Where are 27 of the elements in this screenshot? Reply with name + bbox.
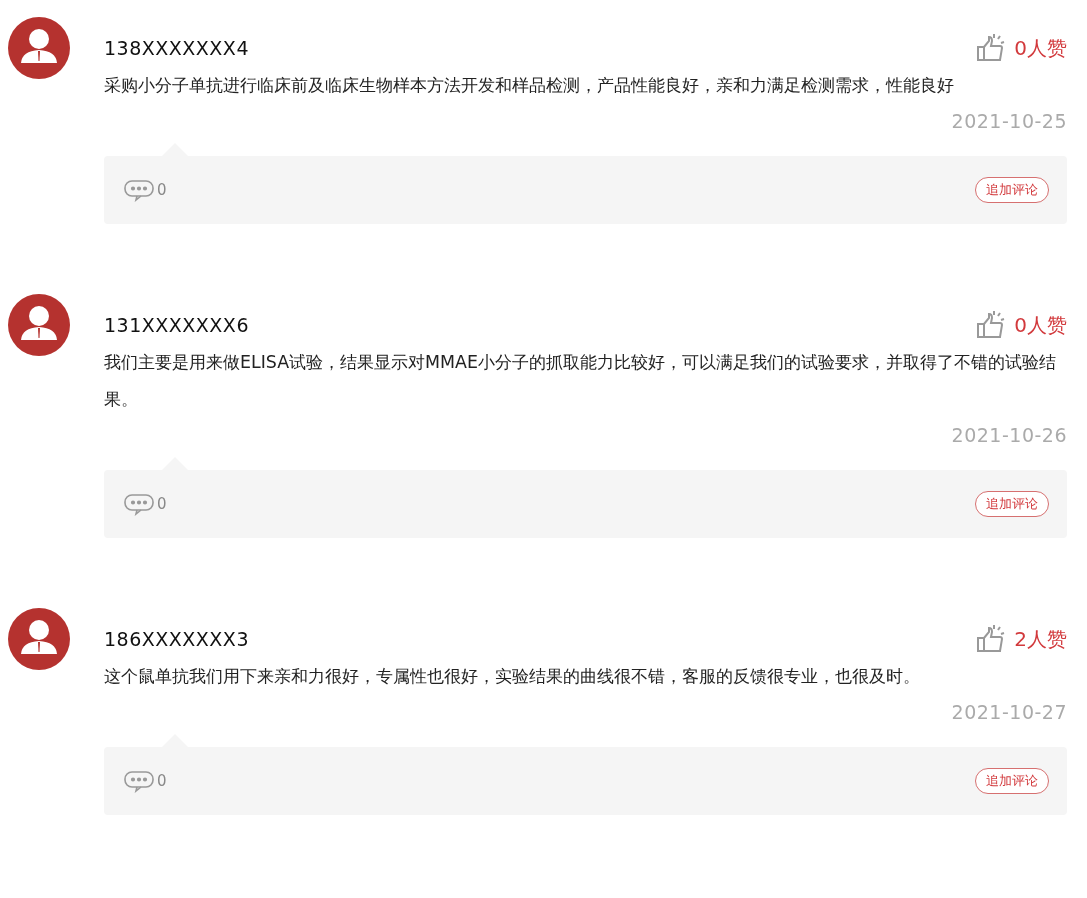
- comment-count: 0: [157, 495, 167, 513]
- review-date: 2021-10-26: [951, 424, 1067, 446]
- add-comment-button[interactable]: 追加评论: [975, 768, 1049, 794]
- like-count: 0人赞: [1014, 311, 1067, 339]
- review-text: 我们主要是用来做ELISA试验，结果显示对MMAE小分子的抓取能力比较好，可以满足我们的试验要求，并取得了不错的试验结果。: [104, 351, 1057, 411]
- review-date: 2021-10-25: [951, 110, 1067, 132]
- comment-icon[interactable]: [124, 178, 156, 202]
- add-comment-button[interactable]: 追加评论: [975, 491, 1049, 517]
- username: 186XXXXXXX3: [104, 628, 249, 650]
- comment-count: 0: [157, 181, 167, 199]
- avatar-icon: [8, 17, 70, 79]
- comment-icon[interactable]: [124, 492, 156, 516]
- avatar-icon: [8, 294, 70, 356]
- username: 138XXXXXXX4: [104, 37, 249, 59]
- review-text: 这个鼠单抗我们用下来亲和力很好，专属性也很好，实验结果的曲线很不错，客服的反馈很专业，也很及时。: [104, 665, 921, 688]
- review-date: 2021-10-27: [951, 701, 1067, 723]
- thumbs-up-icon[interactable]: [976, 624, 1007, 654]
- comment-count: 0: [157, 772, 167, 790]
- thumbs-up-icon[interactable]: [976, 310, 1007, 340]
- add-comment-button[interactable]: 追加评论: [975, 177, 1049, 203]
- like-count: 0人赞: [1014, 34, 1067, 62]
- username: 131XXXXXXX6: [104, 314, 249, 336]
- like-count: 2人赞: [1014, 625, 1067, 653]
- avatar-icon: [8, 608, 70, 670]
- review-text: 采购小分子单抗进行临床前及临床生物样本方法开发和样品检测，产品性能良好，亲和力满足检测需求，性能良好: [104, 74, 955, 97]
- comment-icon[interactable]: [124, 769, 156, 793]
- thumbs-up-icon[interactable]: [976, 33, 1007, 63]
